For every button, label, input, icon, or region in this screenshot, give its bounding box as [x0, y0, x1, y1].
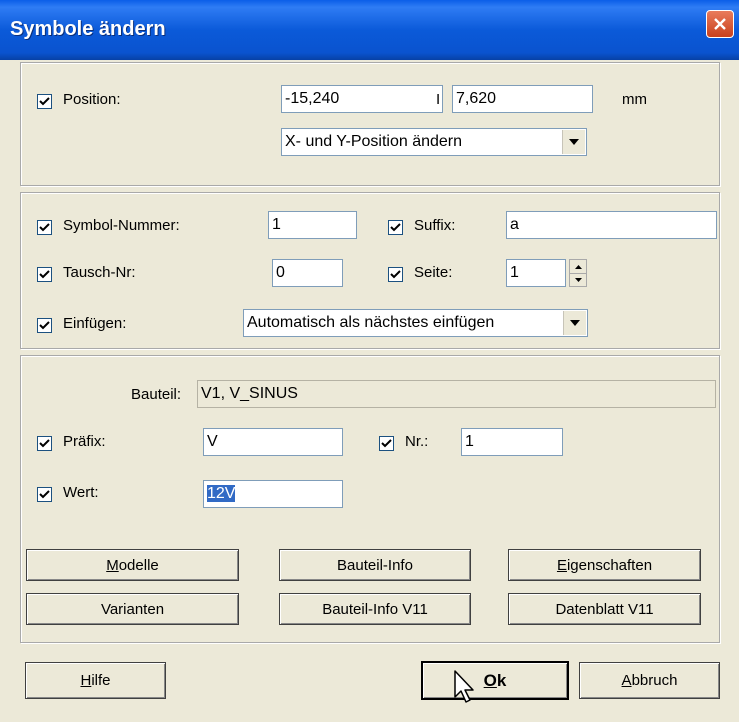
position-mode-value: X- und Y-Position ändern	[285, 133, 463, 150]
part-info-v11-button[interactable]: Bauteil-Info V11	[279, 593, 471, 625]
part-value-field: V1, V_SINUS	[197, 380, 716, 408]
cancel-button-label: bbruch	[631, 672, 678, 689]
variants-button[interactable]: Varianten	[26, 593, 239, 625]
suffix-input[interactable]: a	[506, 211, 717, 239]
title-bar[interactable]: Symbole ändern	[0, 0, 739, 60]
page-checkbox[interactable]	[388, 267, 403, 282]
symbol-group: Symbol-Nummer: 1 Suffix: a Tausch-Nr: 0 …	[20, 192, 720, 349]
checkmark-icon	[390, 223, 401, 232]
position-separator: I	[436, 91, 441, 108]
dialog-window: Symbole ändern Position: -15,240 I 7,620…	[0, 0, 739, 722]
nr-input[interactable]: 1	[461, 428, 563, 456]
exchange-number-input[interactable]: 0	[272, 259, 343, 287]
value-selected-text: 12V	[207, 485, 236, 502]
value-checkbox[interactable]	[37, 487, 52, 502]
dropdown-arrow-icon[interactable]	[562, 130, 585, 154]
checkmark-icon	[39, 439, 50, 448]
checkmark-icon	[39, 490, 50, 499]
datasheet-v11-button-label: Datenblatt V11	[555, 600, 654, 618]
prefix-label: Präfix:	[63, 433, 106, 450]
insert-label: Einfügen:	[63, 315, 127, 332]
component-group: Bauteil: V1, V_SINUS Präfix: V Nr.: 1 We…	[20, 355, 720, 643]
ok-button-label: k	[496, 670, 507, 690]
checkmark-icon	[39, 321, 50, 330]
position-checkbox[interactable]	[37, 94, 52, 109]
position-unit: mm	[622, 91, 647, 108]
checkmark-icon	[39, 270, 50, 279]
page-label: Seite:	[414, 264, 453, 281]
position-y-input[interactable]: 7,620	[452, 85, 593, 113]
part-info-v11-button-label: Bauteil-Info V11	[322, 600, 428, 618]
window-title: Symbole ändern	[10, 18, 166, 40]
symbol-number-label: Symbol-Nummer:	[63, 217, 180, 234]
insert-select[interactable]: Automatisch als nächstes einfügen	[243, 309, 588, 337]
page-input[interactable]: 1	[506, 259, 566, 287]
close-icon	[714, 18, 726, 30]
insert-checkbox[interactable]	[37, 318, 52, 333]
position-label: Position:	[63, 91, 121, 108]
value-label: Wert:	[63, 484, 99, 501]
help-button-accel: H	[80, 672, 92, 689]
help-button-label: ilfe	[91, 672, 111, 689]
checkmark-icon	[381, 439, 392, 448]
mouse-pointer-icon	[454, 670, 474, 703]
position-group: Position: -15,240 I 7,620 mm X- und Y-Po…	[20, 62, 720, 186]
cancel-button[interactable]: Abbruch	[579, 662, 720, 699]
cancel-button-accel: A	[621, 672, 632, 689]
checkmark-icon	[39, 97, 50, 106]
properties-button[interactable]: Eigenschaften	[508, 549, 701, 581]
prefix-checkbox[interactable]	[37, 436, 52, 451]
part-info-button[interactable]: Bauteil-Info	[279, 549, 471, 581]
part-label: Bauteil:	[131, 386, 182, 403]
position-mode-select[interactable]: X- und Y-Position ändern	[281, 128, 587, 156]
exchange-number-checkbox[interactable]	[37, 267, 52, 282]
insert-value: Automatisch als nächstes einfügen	[247, 314, 495, 331]
dropdown-arrow-icon[interactable]	[563, 311, 586, 335]
part-info-button-label: Bauteil-Info	[337, 556, 413, 574]
exchange-number-label: Tausch-Nr:	[63, 264, 136, 281]
symbol-number-checkbox[interactable]	[37, 220, 52, 235]
symbol-number-input[interactable]: 1	[268, 211, 357, 239]
datasheet-v11-button[interactable]: Datenblatt V11	[508, 593, 701, 625]
ok-button[interactable]: Ok	[421, 661, 569, 700]
ok-button-accel: O	[483, 670, 497, 690]
nr-label: Nr.:	[405, 433, 429, 450]
properties-button-label: igenschaften	[566, 556, 653, 574]
properties-button-accel: E	[556, 556, 567, 574]
value-input[interactable]: 12V	[203, 480, 343, 508]
help-button[interactable]: Hilfe	[25, 662, 166, 699]
spin-down-icon[interactable]	[570, 273, 586, 286]
models-button[interactable]: Modelle	[26, 549, 239, 581]
prefix-input[interactable]: V	[203, 428, 343, 456]
models-button-accel: M	[106, 556, 119, 574]
checkmark-icon	[39, 223, 50, 232]
nr-checkbox[interactable]	[379, 436, 394, 451]
position-x-input[interactable]: -15,240	[281, 85, 443, 113]
close-button[interactable]	[706, 10, 734, 38]
spin-up-icon[interactable]	[570, 260, 586, 274]
models-button-label: odelle	[118, 556, 159, 574]
checkmark-icon	[390, 270, 401, 279]
variants-button-label: Varianten	[100, 600, 165, 618]
page-spinner[interactable]	[569, 259, 587, 287]
suffix-checkbox[interactable]	[388, 220, 403, 235]
suffix-label: Suffix:	[414, 217, 456, 234]
